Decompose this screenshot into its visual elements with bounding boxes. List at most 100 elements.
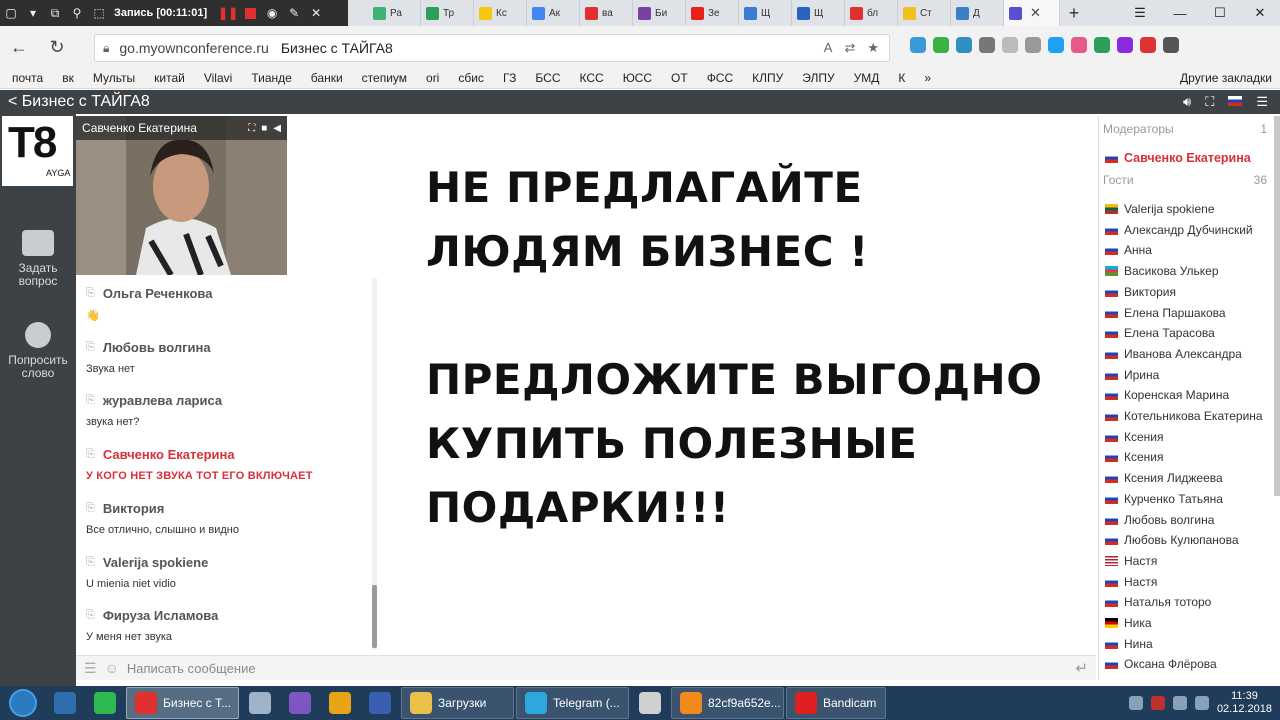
guest-item[interactable]: Valerija spokiene	[1105, 202, 1215, 216]
guest-item[interactable]: Курченко Татьяна	[1105, 492, 1223, 506]
guest-item[interactable]: Ника	[1105, 616, 1152, 630]
bookmark-item[interactable]: китай	[142, 71, 192, 85]
bookmark-item[interactable]: Мульты	[81, 71, 142, 85]
bookmark-item[interactable]: КСС	[568, 71, 611, 85]
bookmark-item[interactable]: БСС	[523, 71, 567, 85]
active-tab[interactable]: ✕	[1004, 0, 1060, 26]
volume-icon[interactable]: ◀	[273, 123, 281, 134]
browser-tab[interactable]: Би	[633, 0, 686, 26]
browser-tab[interactable]: Д	[951, 0, 1004, 26]
bookmark-item[interactable]: сбис	[446, 71, 491, 85]
guest-item[interactable]: Любовь волгина	[1105, 513, 1214, 527]
taskbar-item[interactable]: Бизнес с Т...	[126, 687, 239, 719]
message-input[interactable]	[126, 660, 1007, 676]
taskbar-item[interactable]	[281, 687, 319, 719]
bookmark-item[interactable]: ori	[414, 71, 446, 85]
taskbar-item[interactable]: Bandicam	[786, 687, 886, 719]
taskbar-item[interactable]: Загрузки	[401, 687, 514, 719]
fullscreen-icon[interactable]: ⛶	[1205, 94, 1214, 110]
extension-icon[interactable]	[1140, 37, 1156, 53]
bookmark-item[interactable]: К	[886, 71, 912, 85]
taskbar-item[interactable]	[46, 687, 84, 719]
moderator-item[interactable]: Савченко Екатерина	[1105, 151, 1251, 165]
close-window-icon[interactable]: ✕	[1240, 0, 1280, 26]
extension-icon[interactable]	[1002, 37, 1018, 53]
expand-icon[interactable]: ⛶	[248, 123, 255, 134]
guest-item[interactable]: Настя	[1105, 575, 1157, 589]
guest-item[interactable]: Ксения	[1105, 430, 1164, 444]
browser-tab[interactable]: Ст	[898, 0, 951, 26]
globe-icon[interactable]	[1025, 37, 1041, 53]
browser-tab[interactable]: Щ	[792, 0, 845, 26]
reply-icon[interactable]: ⎘	[86, 502, 95, 515]
bookmark-item[interactable]: Vilavi	[192, 71, 239, 85]
minimize-icon[interactable]: —	[1160, 0, 1200, 26]
stop-icon[interactable]	[239, 0, 261, 26]
extension-icon[interactable]	[1117, 37, 1133, 53]
chat-scrollbar[interactable]	[372, 585, 377, 648]
guest-item[interactable]: Любовь Кулюпанова	[1105, 533, 1239, 547]
crop-icon[interactable]: ⬚	[88, 0, 110, 26]
taskbar-item[interactable]	[631, 687, 669, 719]
reply-icon[interactable]: ⎘	[86, 556, 95, 569]
presenter-video[interactable]: Савченко Екатерина ⛶ ■ ◀	[76, 116, 287, 275]
guest-item[interactable]: Нина	[1105, 637, 1153, 651]
bookmark-item[interactable]: ЭЛПУ	[790, 71, 841, 85]
camera-icon[interactable]: ■	[261, 123, 267, 134]
browser-tab[interactable]: бл	[845, 0, 898, 26]
guest-item[interactable]: Наталья тоторо	[1105, 595, 1211, 609]
lock-icon[interactable]: 🔒︎	[103, 41, 109, 56]
browser-tab[interactable]: Тр	[421, 0, 474, 26]
browser-tab[interactable]: Ра	[368, 0, 421, 26]
menu-icon[interactable]: ☰	[1256, 94, 1268, 110]
bookmark-item[interactable]: ГЗ	[491, 71, 523, 85]
back-icon[interactable]: ←	[0, 37, 38, 58]
extension-icon[interactable]	[979, 37, 995, 53]
guest-item[interactable]: Котельникова Екатерина	[1105, 409, 1263, 423]
guest-item[interactable]: Елена Паршакова	[1105, 306, 1226, 320]
volume-icon[interactable]	[1194, 696, 1209, 710]
reply-icon[interactable]: ⎘	[86, 394, 95, 407]
bookmark-item[interactable]: УМД	[842, 71, 887, 85]
guest-item[interactable]: Коренская Марина	[1105, 388, 1229, 402]
taskbar-item[interactable]: Telegram (...	[516, 687, 629, 719]
taskbar-item[interactable]	[241, 687, 279, 719]
close-tab-icon[interactable]: ✕	[1030, 5, 1041, 21]
pencil-icon[interactable]: ✎	[283, 0, 305, 26]
star-icon[interactable]: ★	[867, 40, 879, 56]
bookmark-item[interactable]: ЮСС	[611, 71, 659, 85]
network-icon[interactable]	[1172, 696, 1187, 710]
pause-icon[interactable]: ❚❚	[217, 0, 239, 26]
send-icon[interactable]: ↵	[1075, 659, 1096, 677]
volume-icon[interactable]: 🔊︎	[1183, 94, 1191, 110]
search-icon[interactable]: ⚲	[66, 0, 88, 26]
browser-tab[interactable]: Ак	[527, 0, 580, 26]
guest-item[interactable]: Виктория	[1105, 285, 1176, 299]
share-icon[interactable]: ⇄	[844, 40, 855, 56]
browser-tab[interactable]: Кс	[474, 0, 527, 26]
download-extension-icon[interactable]	[933, 37, 949, 53]
clock[interactable]: 11:39 02.12.2018	[1217, 690, 1272, 716]
reply-icon[interactable]: ⎘	[86, 448, 95, 461]
guest-item[interactable]: Оксана Флёрова	[1105, 657, 1217, 671]
reload-icon[interactable]: ↻	[38, 37, 76, 58]
reply-icon[interactable]: ⎘	[86, 609, 95, 622]
guest-item[interactable]: Ксения Лиджеева	[1105, 471, 1223, 485]
emoji-icon[interactable]: ☺	[97, 660, 119, 676]
guest-item[interactable]: Иванова Александра	[1105, 347, 1242, 361]
camera-icon[interactable]: ◉	[261, 0, 283, 26]
bookmark-other[interactable]: Другие закладки	[1168, 71, 1280, 85]
browser-tab[interactable]: Зе	[686, 0, 739, 26]
bookmark-item[interactable]: ОТ	[659, 71, 695, 85]
tray-icon[interactable]	[1128, 696, 1143, 710]
extension-icon[interactable]	[1048, 37, 1064, 53]
guest-item[interactable]: Ксения	[1105, 450, 1164, 464]
guest-item[interactable]: Александр Дубчинский	[1105, 223, 1253, 237]
extension-icon[interactable]	[1094, 37, 1110, 53]
window-icon[interactable]: ▢	[0, 0, 22, 26]
dropdown-icon[interactable]: ▾	[22, 0, 44, 26]
guest-item[interactable]: Ирина	[1105, 368, 1159, 382]
request-speak-button[interactable]: Попросить слово	[0, 322, 76, 380]
bookmark-item[interactable]: банки	[299, 71, 350, 85]
new-tab-icon[interactable]: +	[1060, 3, 1088, 24]
